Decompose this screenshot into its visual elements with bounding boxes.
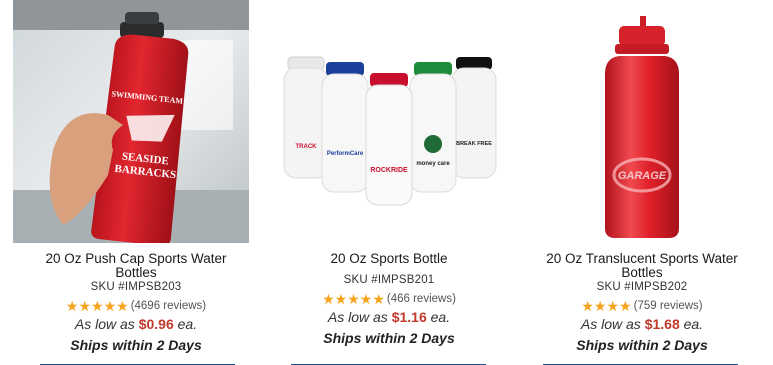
star-icon: ★ — [593, 298, 607, 314]
reviews-link[interactable]: (4696 reviews) — [131, 300, 206, 312]
print-breakfree-text: BREAK FREE — [456, 141, 492, 147]
star-icon: ★ — [334, 291, 348, 307]
product-image[interactable]: SWIMMING TEAM SEASIDE BARRACKS — [13, 0, 249, 243]
price-prefix: As low as — [74, 316, 135, 332]
product-rating: ★ ★ ★ ★ ★ (4696 reviews) — [13, 298, 259, 314]
star-icon: ★ — [372, 291, 385, 307]
star-icon: ★ — [606, 298, 620, 314]
print-garage-text: GARAGE — [618, 170, 667, 182]
print-rockride-text: ROCKRIDE — [370, 167, 408, 174]
product-title[interactable]: 20 Oz Translucent Sports Water Bottles — [519, 252, 765, 280]
rating-stars: ★ ★ ★ ★ ★ — [322, 291, 385, 307]
ships-info: Ships within 2 Days — [323, 330, 455, 346]
star-icon: ★ — [91, 298, 104, 314]
price-prefix: As low as — [580, 316, 641, 332]
reviews-link[interactable]: (466 reviews) — [387, 293, 456, 305]
product-image-svg: BREAK FREE PerformCare money care ROCKRI… — [266, 0, 512, 243]
product-image-svg: SWIMMING TEAM SEASIDE BARRACKS — [13, 0, 249, 243]
product-card: SWIMMING TEAM SEASIDE BARRACKS 20 Oz Pus… — [13, 0, 259, 353]
product-image[interactable]: BREAK FREE PerformCare money care ROCKRI… — [266, 0, 512, 243]
star-icon: ★ — [322, 291, 335, 307]
product-rating: ★ ★ ★ ★ ★ (466 reviews) — [266, 291, 512, 307]
price-amount: $0.96 — [138, 316, 174, 332]
product-price: As low as $0.96 ea. — [13, 316, 259, 332]
product-image-svg: GARAGE — [519, 0, 765, 243]
product-title[interactable]: 20 Oz Sports Bottle — [266, 252, 512, 266]
price-amount: $1.68 — [644, 316, 680, 332]
star-icon: ★ — [581, 298, 594, 314]
product-sku: SKU #IMPSB203 — [90, 281, 182, 293]
product-price: As low as $1.16 ea. — [266, 309, 512, 325]
price-amount: $1.16 — [391, 309, 427, 325]
star-icon: ★ — [103, 298, 117, 314]
price-prefix: As low as — [327, 309, 388, 325]
bottle-red: ROCKRIDE — [365, 73, 413, 206]
product-card: GARAGE 20 Oz Translucent Sports Water Bo… — [519, 0, 765, 353]
ships-info: Ships within 2 Days — [70, 337, 202, 353]
print-moneycare-text: money care — [416, 161, 450, 167]
bottle-black: BREAK FREE — [451, 57, 497, 179]
star-icon: ★ — [347, 291, 360, 307]
product-sku: SKU #IMPSB201 — [343, 274, 435, 286]
product-title[interactable]: 20 Oz Push Cap Sports Water Bottles — [13, 252, 259, 280]
bottle-blue: PerformCare — [321, 62, 369, 193]
star-icon: ★ — [116, 298, 129, 314]
product-price: As low as $1.68 ea. — [519, 316, 765, 332]
price-suffix: ea. — [177, 316, 198, 332]
price-suffix: ea. — [683, 316, 704, 332]
product-rating: ★ ★ ★ ★ (759 reviews) — [519, 298, 765, 314]
product-card: BREAK FREE PerformCare money care ROCKRI… — [266, 0, 512, 346]
reviews-link[interactable]: (759 reviews) — [634, 300, 703, 312]
rating-stars: ★ ★ ★ ★ — [581, 298, 632, 314]
bottle-white — [283, 56, 329, 179]
star-icon: ★ — [65, 298, 79, 314]
rating-stars: ★ ★ ★ ★ ★ — [65, 298, 129, 314]
product-sku: SKU #IMPSB202 — [596, 281, 688, 293]
ships-info: Ships within 2 Days — [576, 337, 708, 353]
bottle-green: money care — [409, 62, 457, 193]
print-performcare-text: PerformCare — [327, 151, 364, 157]
product-image[interactable]: GARAGE — [519, 0, 765, 243]
price-suffix: ea. — [430, 309, 451, 325]
star-icon: ★ — [78, 298, 91, 314]
print-track-text: TRACK — [296, 144, 318, 150]
star-icon: ★ — [619, 298, 632, 314]
star-icon: ★ — [359, 291, 373, 307]
